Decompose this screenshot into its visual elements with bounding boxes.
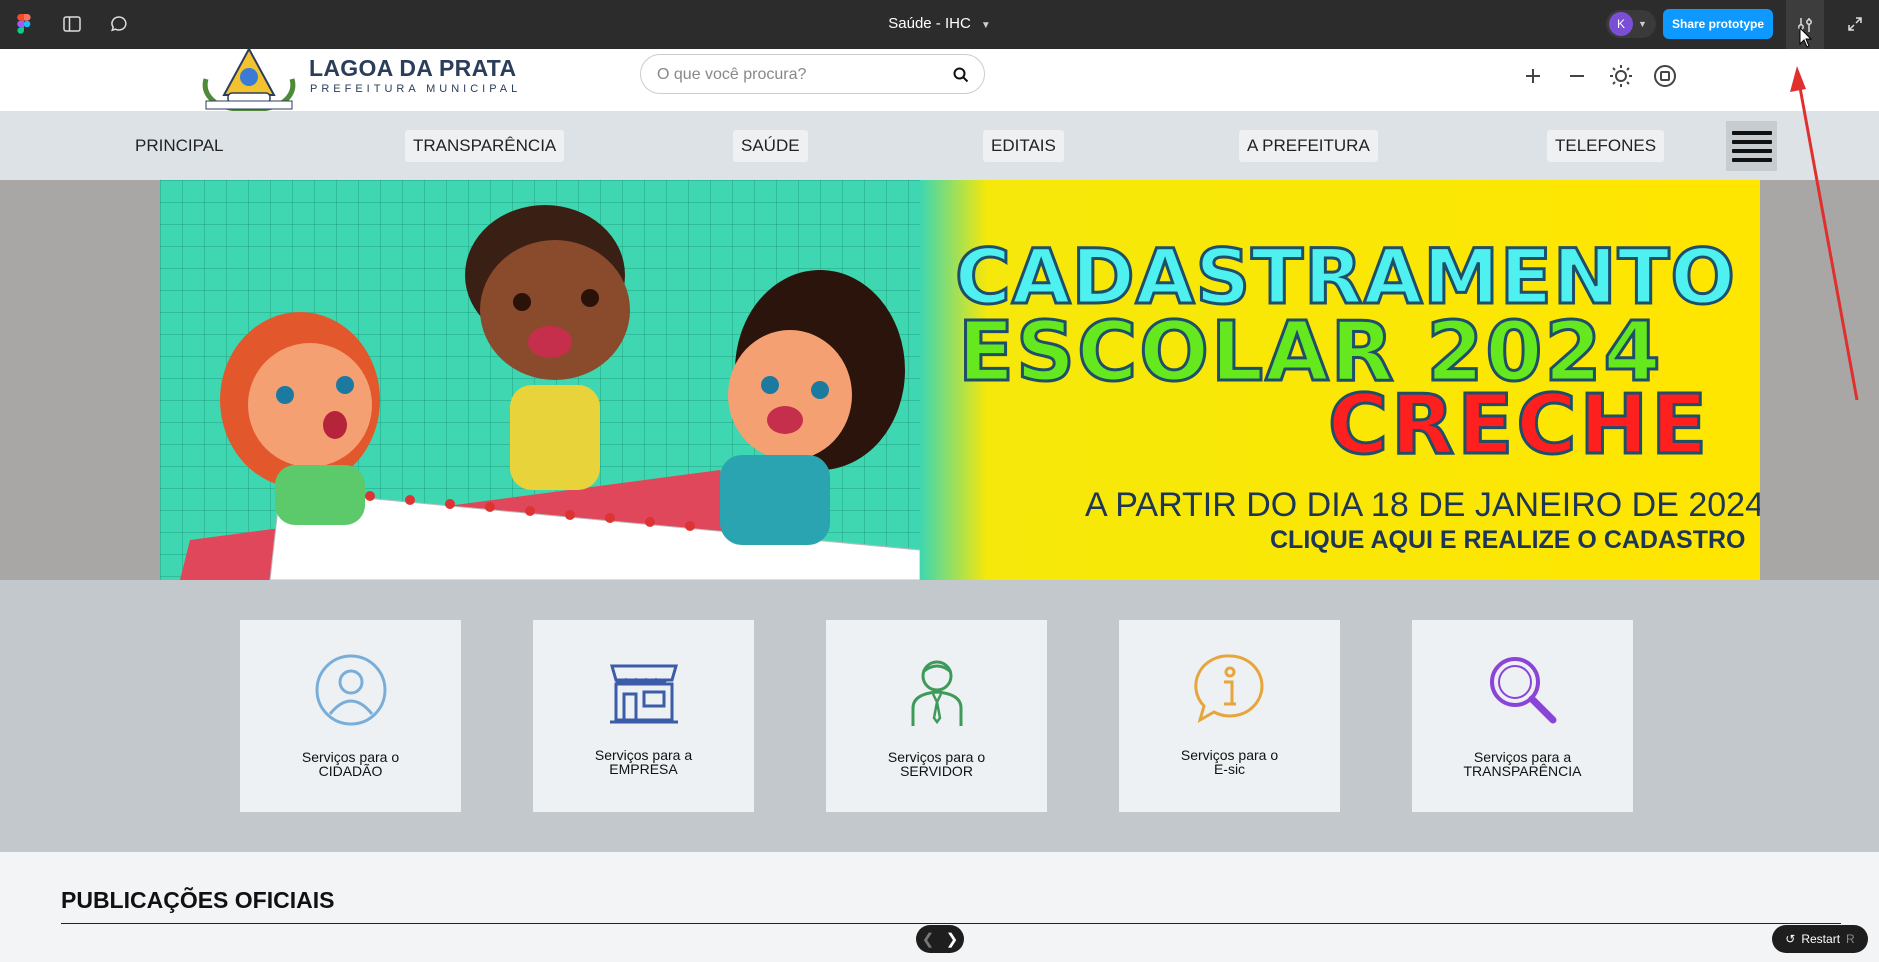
zoom-in-icon[interactable]	[1520, 63, 1546, 89]
nav-item-editais[interactable]: EDITAIS	[983, 130, 1064, 162]
user-menu[interactable]: K ▼	[1606, 10, 1656, 38]
service-label: Serviços para o SERVIDOR	[826, 750, 1047, 778]
restart-button[interactable]: ↺ Restart R	[1772, 925, 1868, 953]
restart-shortcut: R	[1846, 932, 1855, 946]
logo-title: LAGOA DA PRATA	[309, 55, 517, 81]
main-nav: PRINCIPAL TRANSPARÊNCIA SAÚDE EDITAIS A …	[0, 111, 1879, 180]
employee-icon	[911, 660, 962, 726]
service-label-line1: Serviços para o	[301, 749, 400, 765]
chevron-down-icon: ▼	[980, 20, 991, 31]
file-title[interactable]: Saúde - IHC ▼	[0, 15, 1879, 32]
publications-title: PUBLICAÇÕES OFICIAIS	[61, 887, 335, 913]
search-box	[640, 54, 985, 94]
services-section: Serviços para o CIDADÃO Serviços para a …	[0, 580, 1879, 852]
service-card-esic[interactable]: Serviços para o E-sic	[1119, 620, 1340, 812]
chevron-left-icon[interactable]: ❮	[922, 930, 935, 948]
service-label-line2: SERVIDOR	[900, 763, 973, 779]
service-label: Serviços para o CIDADÃO	[240, 750, 461, 778]
banner-date-text: A PARTIR DO DIA 18 DE JANEIRO DE 2024	[1085, 486, 1760, 524]
search-input[interactable]	[657, 64, 937, 86]
logo-subtitle: PREFEITURA MUNICIPAL	[310, 83, 522, 95]
restart-icon: ↺	[1785, 932, 1796, 946]
chevron-right-icon[interactable]: ❯	[946, 930, 959, 948]
search-icon[interactable]	[952, 66, 970, 84]
file-title-text: Saúde - IHC	[888, 15, 971, 32]
service-card-transparencia[interactable]: Serviços para a TRANSPARÊNCIA	[1412, 620, 1633, 812]
nav-item-telefones[interactable]: TELEFONES	[1547, 130, 1665, 162]
settings-sliders-icon[interactable]	[1786, 0, 1824, 49]
banner-line3: CRECHE	[1326, 377, 1711, 475]
nav-item-a-prefeitura[interactable]: A PREFEITURA	[1239, 130, 1378, 162]
service-label-line1: Serviços para o	[1180, 747, 1279, 763]
service-card-servidor[interactable]: Serviços para o SERVIDOR	[826, 620, 1047, 812]
brightness-icon[interactable]	[1608, 63, 1634, 89]
service-label: Serviços para a TRANSPARÊNCIA	[1412, 750, 1633, 778]
user-icon	[315, 654, 386, 726]
zoom-out-icon[interactable]	[1564, 63, 1590, 89]
fullscreen-icon[interactable]	[1843, 12, 1867, 36]
magnifier-icon	[1489, 657, 1556, 724]
service-label-line1: Serviços para a	[594, 747, 693, 763]
banner-cta-text: CLIQUE AQUI E REALIZE O CADASTRO	[1270, 526, 1746, 554]
service-label-line1: Serviços para o	[887, 749, 986, 765]
hamburger-menu-icon[interactable]	[1726, 121, 1777, 171]
storefront-icon	[609, 664, 678, 724]
service-label-line2: E-sic	[1213, 761, 1246, 777]
nav-item-principal[interactable]: PRINCIPAL	[127, 130, 232, 162]
publications-section: PUBLICAÇÕES OFICIAIS ❮ ❯ ↺ Restart R	[0, 852, 1879, 962]
city-crest-logo[interactable]	[198, 46, 300, 112]
service-card-cidadao[interactable]: Serviços para o CIDADÃO	[240, 620, 461, 812]
service-label-line1: Serviços para a	[1473, 749, 1572, 765]
service-label-line2: EMPRESA	[609, 761, 678, 777]
divider	[61, 923, 1841, 924]
figma-toolbar: Saúde - IHC ▼ K ▼ Share prototype	[0, 0, 1879, 49]
service-label: Serviços para a EMPRESA	[533, 748, 754, 776]
accessibility-icon[interactable]	[1652, 63, 1678, 89]
share-prototype-button[interactable]: Share prototype	[1663, 9, 1773, 39]
service-label-line2: TRANSPARÊNCIA	[1463, 763, 1582, 779]
info-bubble-icon	[1193, 654, 1263, 724]
school-registration-banner[interactable]: CADASTRAMENTO ESCOLAR 2024 CRECHE A PART…	[160, 180, 1760, 580]
avatar: K	[1609, 12, 1633, 36]
nav-item-saude[interactable]: SAÚDE	[733, 130, 808, 162]
service-label-line2: CIDADÃO	[318, 763, 383, 779]
restart-label: Restart	[1801, 932, 1841, 946]
service-label: Serviços para o E-sic	[1119, 748, 1340, 776]
nav-item-transparencia[interactable]: TRANSPARÊNCIA	[405, 130, 565, 162]
site-header: LAGOA DA PRATA PREFEITURA MUNICIPAL	[0, 46, 1879, 112]
service-card-empresa[interactable]: Serviços para a EMPRESA	[533, 620, 754, 812]
banner-illustration	[160, 180, 960, 580]
carousel-controls: ❮ ❯	[916, 925, 964, 953]
chevron-down-icon: ▼	[1638, 19, 1647, 29]
